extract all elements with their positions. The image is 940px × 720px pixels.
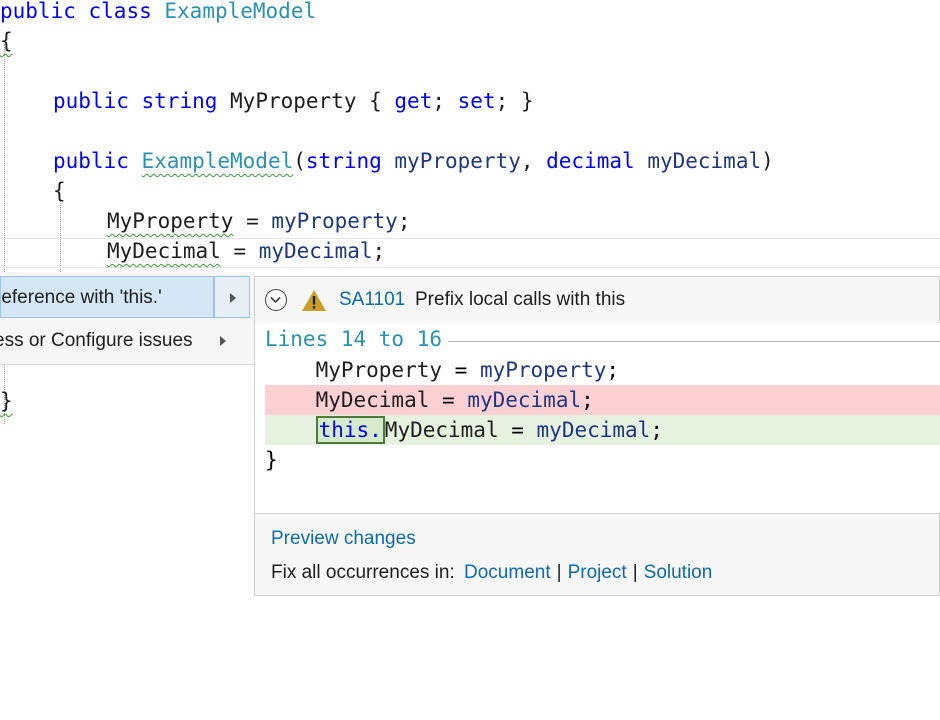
fix-scope-project-link[interactable]: Project <box>568 562 627 583</box>
issue-title: Prefix local calls with this <box>415 289 626 310</box>
fix-scope-document-link[interactable]: Document <box>460 562 551 583</box>
submenu-expand-button[interactable] <box>214 276 250 318</box>
preview-header: SA1101 Prefix local calls with this <box>255 277 940 323</box>
fix-preview-panel: SA1101 Prefix local calls with this Line… <box>254 276 940 596</box>
menu-item-label: ess or Configure issues <box>0 330 193 351</box>
added-this-prefix: this. <box>315 416 385 444</box>
code-line-open-brace[interactable]: { <box>0 26 13 56</box>
preview-footer: Preview changes Fix all occurrences in: … <box>255 513 940 598</box>
diff-context-line: } <box>265 448 278 472</box>
chevron-right-icon <box>230 293 236 303</box>
menu-item-label: reference with 'this.' <box>0 287 162 308</box>
code-line-constructor[interactable]: public ExampleModel(string myProperty, d… <box>53 146 774 176</box>
diff-context-line: MyProperty = myProperty; <box>315 358 620 382</box>
code-line-property[interactable]: public string MyProperty { get; set; } <box>53 86 534 116</box>
code-line-assign-property[interactable]: MyProperty = myProperty; <box>107 206 410 236</box>
fix-all-label: Fix all occurrences in: <box>271 562 455 583</box>
preview-changes-link[interactable]: Preview changes <box>271 528 416 550</box>
scope-separator: | <box>556 562 562 583</box>
constructor-name: ExampleModel <box>141 149 294 173</box>
quick-actions-menu: reference with 'this.' ess or Configure … <box>0 272 256 365</box>
warning-triangle-icon <box>302 290 326 311</box>
indent-guide <box>4 44 5 424</box>
issue-id-link[interactable]: SA1101 <box>339 289 405 311</box>
code-line-class-declaration[interactable]: public class ExampleModel <box>0 0 316 26</box>
diff-added-line: this. MyDecimal = myDecimal; <box>265 415 940 445</box>
lines-caption: Lines 14 to 16 <box>265 327 449 351</box>
diff-preview: Lines 14 to 16 MyProperty = myProperty; … <box>255 323 940 513</box>
fix-scope-solution-link[interactable]: Solution <box>644 562 713 583</box>
chevron-circle-icon[interactable] <box>265 289 287 311</box>
menu-item-suppress-or-configure-issues[interactable]: ess or Configure issues <box>0 320 256 362</box>
diff-removed-line: MyDecimal = myDecimal; <box>265 385 940 415</box>
code-line-ctor-open-brace[interactable]: { <box>53 176 66 206</box>
scope-separator: | <box>632 562 638 583</box>
code-line-assign-decimal[interactable]: MyDecimal = myDecimal; <box>107 236 385 266</box>
chevron-right-icon <box>220 336 226 346</box>
fix-all-occurrences: Fix all occurrences in: Document | Project… <box>271 562 712 584</box>
code-line-close-brace[interactable]: } <box>0 386 13 416</box>
menu-item-prefix-reference-with-this[interactable]: reference with 'this.' <box>0 276 214 318</box>
